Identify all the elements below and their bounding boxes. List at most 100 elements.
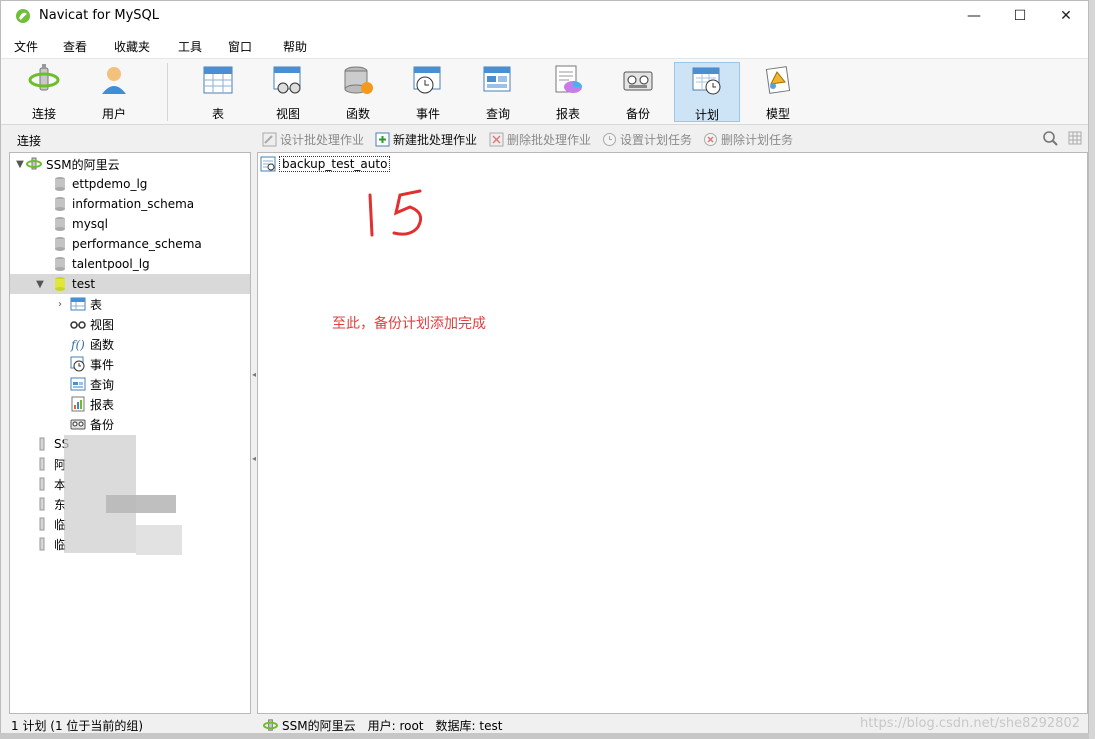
toolbar-user-button[interactable]: 用户: [81, 62, 147, 122]
watermark-text: https://blog.csdn.net/she8292802: [860, 716, 1080, 731]
delete-job-icon: [489, 132, 504, 147]
tree-db-performance-schema[interactable]: performance_schema: [10, 234, 250, 254]
connection-closed-icon: [39, 537, 45, 551]
toolbar-function-button[interactable]: 函数: [325, 62, 391, 122]
tree-item-reports[interactable]: 报表: [10, 394, 250, 414]
toolbar-view-button[interactable]: 视图: [255, 62, 321, 122]
tree-item-views[interactable]: 视图: [10, 314, 250, 334]
user-icon: [102, 67, 126, 94]
status-bar: 1 计划 (1 位于当前的组) SSM的阿里云 用户: root 数据库: te…: [1, 714, 1088, 734]
toolbar-query-label: 查询: [485, 107, 510, 121]
tree-connection-ssm[interactable]: ▼ SSM的阿里云: [10, 154, 250, 174]
report-icon: [71, 396, 85, 412]
menu-help[interactable]: 帮助: [283, 38, 307, 55]
delete-batch-job-button[interactable]: 删除批处理作业: [489, 131, 591, 148]
backup-icon: [70, 419, 86, 430]
tree-db-label: mysql: [72, 217, 108, 231]
design-batch-job-button[interactable]: 设计批处理作业: [262, 131, 364, 148]
tree-db-ettpdemo[interactable]: ettpdemo_lg: [10, 174, 250, 194]
tree-db-label: talentpool_lg: [72, 257, 150, 271]
tree-item-backups[interactable]: 备份: [10, 414, 250, 434]
collapse-arrow-icon[interactable]: ▼: [14, 159, 26, 170]
tree-item-queries[interactable]: 查询: [10, 374, 250, 394]
toolbar-model-button[interactable]: 模型: [745, 62, 811, 122]
close-button[interactable]: ✕: [1043, 1, 1089, 31]
object-toolbar: 连接 设计批处理作业 新建批处理作业 删除批处理作业 设置计划任务 删除计划任务: [1, 126, 1088, 152]
menu-tools[interactable]: 工具: [178, 38, 202, 55]
toolbar-table-button[interactable]: 表: [185, 62, 251, 122]
toolbar-report-button[interactable]: 报表: [535, 62, 601, 122]
delete-schedule-label: 删除计划任务: [721, 133, 794, 147]
batch-job-name: backup_test_auto: [279, 156, 391, 172]
database-icon: [55, 197, 65, 211]
connection-closed-icon: [39, 517, 45, 531]
set-schedule-icon: [603, 133, 616, 146]
status-connection-info: SSM的阿里云 用户: root 数据库: test: [263, 717, 502, 734]
expand-arrow-icon[interactable]: ›: [54, 299, 66, 310]
tree-item-tables[interactable]: › 表: [10, 294, 250, 314]
batch-job-item[interactable]: backup_test_auto: [260, 155, 391, 173]
menu-view[interactable]: 查看: [63, 38, 87, 55]
delete-schedule-button[interactable]: 删除计划任务: [703, 131, 793, 148]
completion-note: 至此，备份计划添加完成: [332, 316, 486, 332]
status-user: 用户: root: [367, 719, 424, 733]
view-glasses-icon: [70, 321, 86, 329]
navicat-logo-icon: [16, 9, 30, 23]
redaction-blur: [106, 495, 176, 513]
function-fx-icon: f(): [70, 338, 85, 352]
grid-view-icon[interactable]: [1067, 130, 1083, 146]
menu-window[interactable]: 窗口: [228, 38, 252, 55]
connection-pane-label: 连接: [17, 134, 42, 148]
new-batch-job-button[interactable]: 新建批处理作业: [375, 131, 477, 148]
table-icon: [70, 297, 86, 311]
new-job-icon: [375, 132, 390, 147]
window-title: Navicat for MySQL: [39, 8, 159, 23]
status-schedule-count: 1 计划 (1 位于当前的组): [11, 719, 144, 733]
toolbar-schedule-button[interactable]: 计划: [674, 62, 740, 122]
function-icon: [344, 66, 373, 94]
tree-item-functions[interactable]: f() 函数: [10, 334, 250, 354]
toolbar-query-button[interactable]: 查询: [465, 62, 531, 122]
tree-db-label: information_schema: [72, 197, 195, 211]
svg-text:f(): f(): [70, 338, 85, 352]
database-icon: [55, 257, 65, 271]
connection-closed-icon: [39, 437, 45, 451]
toolbar-connection-label: 连接: [31, 107, 56, 121]
collapse-left-icon[interactable]: ◂: [252, 370, 256, 384]
delete-schedule-icon: [704, 133, 717, 146]
minimize-button[interactable]: —: [951, 1, 997, 31]
tree-db-mysql[interactable]: mysql: [10, 214, 250, 234]
collapse-left-icon[interactable]: ◂: [252, 454, 256, 468]
toolbar-table-label: 表: [211, 107, 224, 121]
toolbar-backup-label: 备份: [625, 107, 650, 121]
handwriting-text: 15: [358, 183, 360, 184]
redaction-blur: [136, 525, 182, 555]
collapse-arrow-icon[interactable]: ▼: [34, 279, 46, 290]
connection-icon: [28, 64, 60, 91]
tree-item-label: 函数: [90, 337, 115, 352]
batch-job-icon: [260, 156, 276, 172]
menu-file[interactable]: 文件: [14, 38, 38, 55]
tree-item-events[interactable]: 事件: [10, 354, 250, 374]
tree-db-talentpool[interactable]: talentpool_lg: [10, 254, 250, 274]
tree-db-label: performance_schema: [72, 237, 202, 251]
toolbar-event-button[interactable]: 事件: [395, 62, 461, 122]
tree-db-information-schema[interactable]: information_schema: [10, 194, 250, 214]
connection-closed-icon: [39, 477, 45, 491]
toolbar-separator: [167, 63, 168, 121]
menu-favorites[interactable]: 收藏夹: [114, 38, 150, 55]
toolbar-backup-button[interactable]: 备份: [605, 62, 671, 122]
database-open-icon: [55, 277, 65, 291]
toolbar-connection-button[interactable]: 连接: [11, 62, 77, 122]
handwritten-annotation: 15: [358, 183, 423, 237]
status-database: 数据库: test: [435, 719, 503, 733]
delete-batch-job-label: 删除批处理作业: [507, 133, 592, 147]
set-schedule-button[interactable]: 设置计划任务: [602, 131, 692, 148]
search-icon[interactable]: [1042, 130, 1059, 147]
menu-bar: 文件 查看 收藏夹 工具 窗口 帮助: [1, 31, 1088, 59]
tree-item-label: 报表: [90, 397, 115, 412]
backup-icon: [623, 71, 653, 91]
tree-db-test[interactable]: ▼ test: [10, 274, 250, 294]
database-icon: [55, 177, 65, 191]
maximize-button[interactable]: ☐: [997, 1, 1043, 31]
